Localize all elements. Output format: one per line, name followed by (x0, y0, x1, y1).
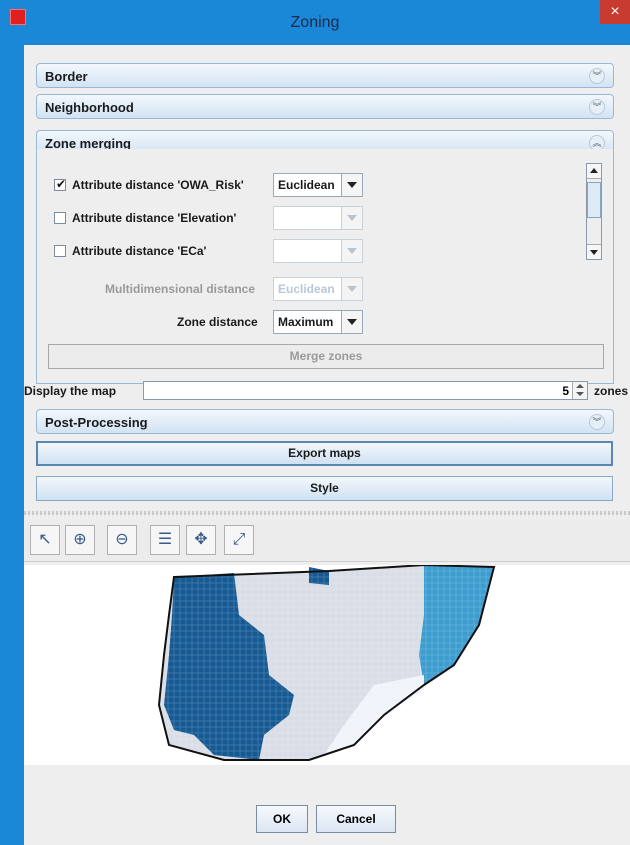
pointer-icon[interactable]: ↖ (30, 525, 60, 555)
zone-distance-value: Maximum (278, 315, 334, 329)
title-bar: Zoning × (0, 0, 630, 45)
section-neighborhood-header[interactable]: Neighborhood ︾ (36, 94, 614, 119)
spin-down-icon[interactable] (576, 392, 584, 396)
merge-zones-button[interactable]: Merge zones (48, 344, 604, 369)
zoom-in-icon[interactable]: ⊕ (65, 525, 95, 555)
check-icon: ✔ (56, 177, 67, 191)
map-toolbar: ↖ ⊕ ⊖ ☰ ✥ ⤢ (24, 519, 630, 562)
metric-select-owa-risk-value: Euclidean (278, 178, 335, 192)
multidimensional-distance-value: Euclidean (278, 282, 335, 296)
label-owa-risk: Attribute distance 'OWA_Risk' (72, 178, 244, 192)
spinner-arrows[interactable] (572, 382, 587, 399)
zoom-out-icon[interactable]: ⊖ (107, 525, 137, 555)
multidimensional-distance-label: Multidimensional distance (105, 282, 256, 296)
cancel-button[interactable]: Cancel (316, 805, 396, 833)
checkbox-elevation[interactable] (54, 212, 66, 224)
metric-select-eca[interactable] (273, 239, 363, 263)
export-maps-button[interactable]: Export maps (36, 441, 613, 466)
spin-up-icon[interactable] (576, 384, 584, 388)
chevron-down-icon[interactable]: ︾ (589, 68, 605, 84)
dialog-body: Border ︾ Neighborhood ︾ Zone merging ︽ ✔… (24, 45, 630, 845)
chevron-down-icon[interactable] (341, 311, 362, 333)
chevron-down-icon[interactable]: ︾ (589, 99, 605, 115)
zone-distance-select[interactable]: Maximum (273, 310, 363, 334)
window-title: Zoning (290, 14, 340, 31)
display-map-label: Display the map (24, 384, 117, 398)
scroll-up-icon[interactable] (587, 164, 601, 179)
multidimensional-distance-select[interactable]: Euclidean (273, 277, 363, 301)
zoning-map[interactable] (24, 563, 630, 765)
section-border-label: Border (45, 69, 88, 84)
close-button[interactable]: × (600, 0, 630, 24)
section-border[interactable]: Border ︾ (36, 63, 614, 88)
zone-merging-panel: ✔ Attribute distance 'OWA_Risk' Euclidea… (36, 149, 614, 384)
section-post-processing[interactable]: Post-Processing ︾ (36, 409, 614, 434)
scroll-thumb[interactable] (587, 182, 601, 218)
splitter[interactable] (24, 511, 630, 515)
zone-distance-label: Zone distance (177, 315, 258, 329)
pan-icon[interactable]: ✥ (186, 525, 216, 555)
ok-button[interactable]: OK (256, 805, 308, 833)
metric-select-owa-risk[interactable]: Euclidean (273, 173, 363, 197)
chevron-down-icon[interactable] (341, 207, 362, 229)
layer-select-icon[interactable]: ☰ (150, 525, 180, 555)
scroll-down-icon[interactable] (587, 244, 601, 259)
zoom-extent-icon[interactable]: ⤢ (224, 525, 254, 555)
style-button[interactable]: Style (36, 476, 613, 501)
zones-count-value: 5 (562, 384, 569, 398)
zones-count-spinner[interactable]: 5 (143, 381, 588, 400)
attribute-list-scrollbar[interactable] (586, 163, 602, 260)
checkbox-eca[interactable] (54, 245, 66, 257)
metric-select-elevation[interactable] (273, 206, 363, 230)
section-border-header[interactable]: Border ︾ (36, 63, 614, 88)
chevron-down-icon[interactable] (341, 174, 362, 196)
section-post-processing-header[interactable]: Post-Processing ︾ (36, 409, 614, 434)
checkbox-owa-risk[interactable]: ✔ (54, 177, 67, 191)
section-post-processing-label: Post-Processing (45, 415, 148, 430)
section-neighborhood-label: Neighborhood (45, 100, 134, 115)
zones-unit-label: zones (594, 384, 629, 398)
chevron-down-icon[interactable]: ︾ (589, 414, 605, 430)
section-neighborhood[interactable]: Neighborhood ︾ (36, 94, 614, 119)
label-elevation: Attribute distance 'Elevation' (72, 211, 237, 225)
label-eca: Attribute distance 'ECa' (72, 244, 207, 258)
chevron-down-icon[interactable] (341, 240, 362, 262)
chevron-down-icon[interactable] (341, 278, 362, 300)
map-canvas[interactable] (24, 563, 630, 765)
